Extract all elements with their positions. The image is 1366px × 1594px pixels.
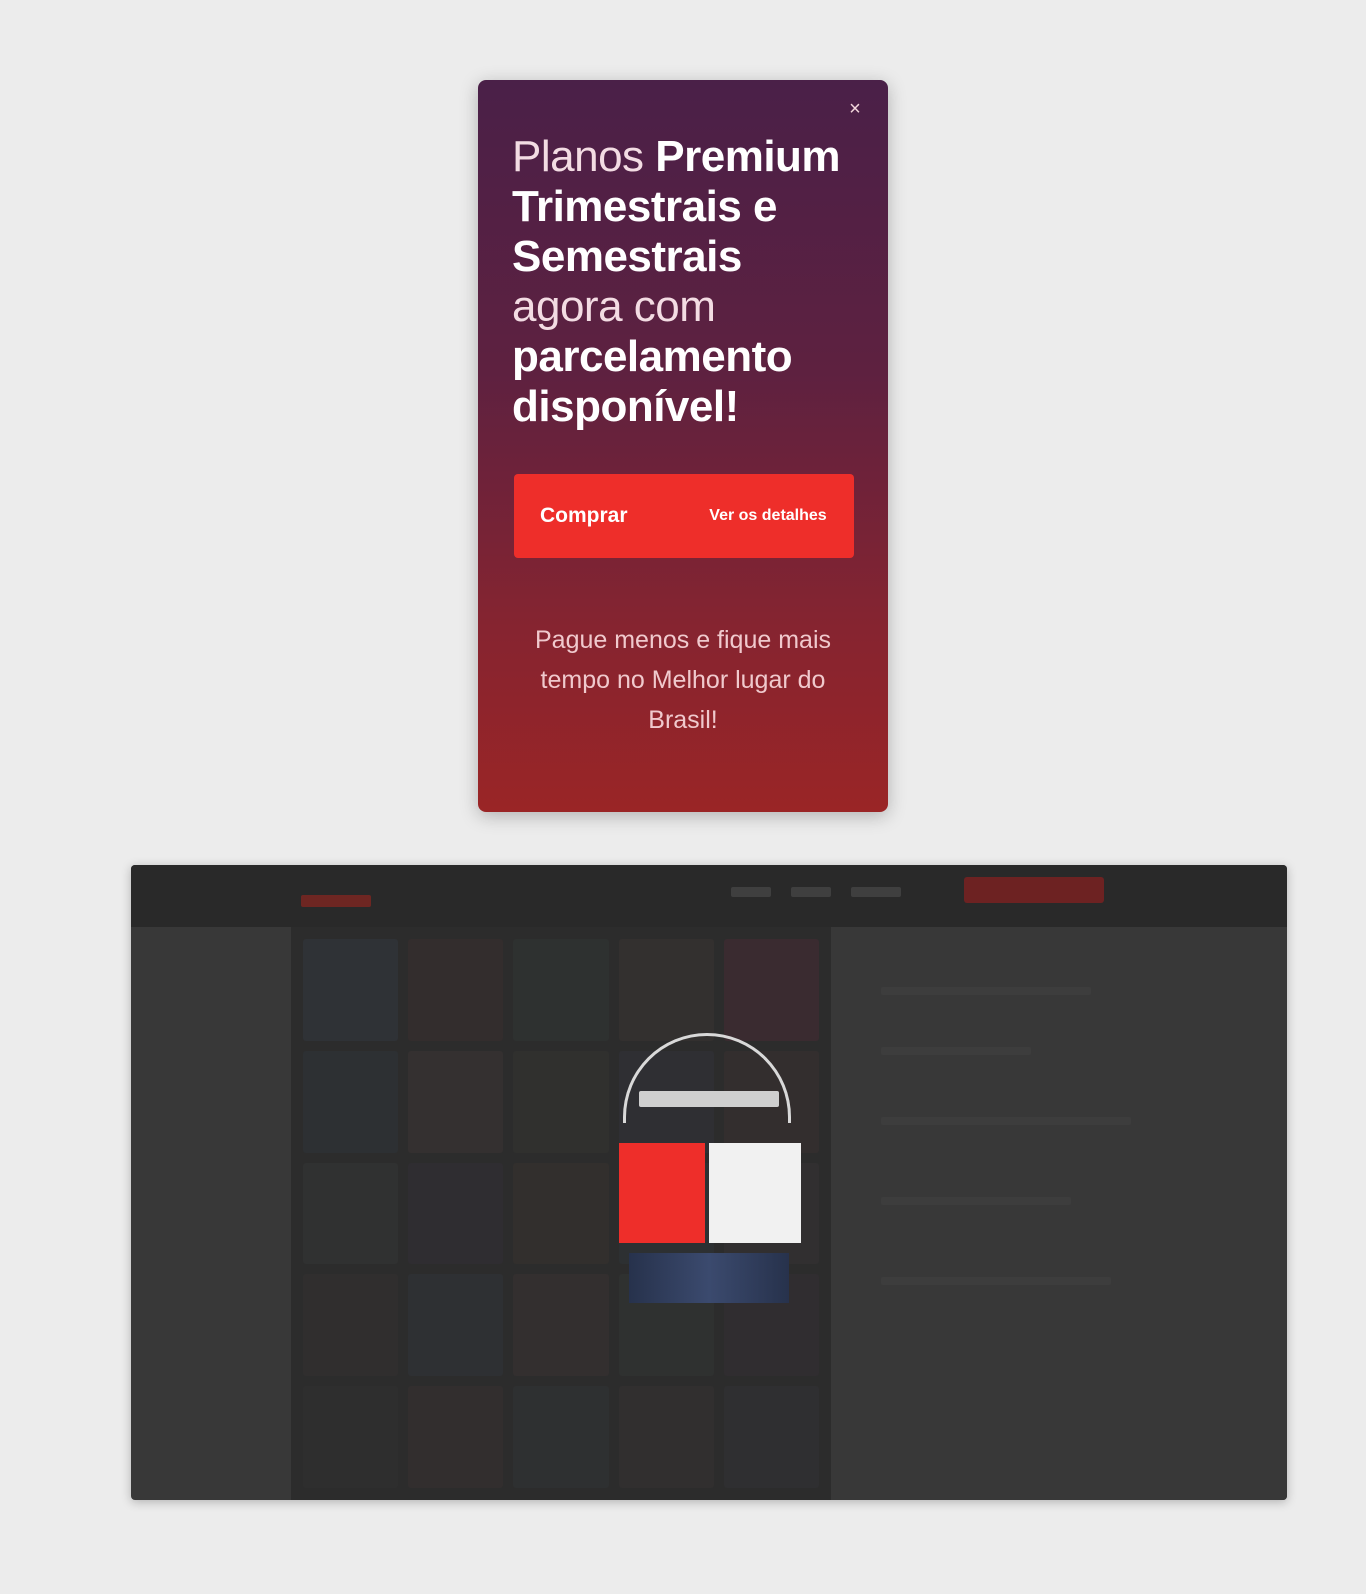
promo-popup: × Planos Premium Trimestrais e Semestrai… <box>478 80 888 812</box>
thumbnail <box>408 939 504 1041</box>
buy-button-label: Comprar <box>540 504 628 527</box>
thumbnail <box>513 1050 609 1153</box>
pack-white-block <box>709 1143 801 1243</box>
preview-product-pack <box>609 1033 809 1303</box>
close-icon[interactable]: × <box>844 98 866 120</box>
thumbnail <box>513 1386 609 1488</box>
pack-photo <box>629 1253 789 1303</box>
preview-nav-item <box>791 887 831 897</box>
promo-headline: Planos Premium Trimestrais e Semestrais … <box>512 132 857 432</box>
thumbnail <box>303 1162 399 1265</box>
thumbnail <box>618 1386 714 1488</box>
thumbnail <box>303 1386 399 1488</box>
preview-subscribe-button <box>964 877 1104 903</box>
headline-part-4: parcelamento disponível! <box>512 332 793 431</box>
thumbnail <box>303 939 399 1041</box>
sidebar-text-line <box>881 1197 1071 1205</box>
promo-benefits-text: Pague menos e fique mais tempo no Melhor… <box>534 626 831 734</box>
thumbnail <box>723 1386 819 1488</box>
sidebar-text-line <box>881 987 1091 995</box>
preview-nav-item <box>731 887 771 897</box>
preview-logo <box>301 895 371 907</box>
pack-red-block <box>619 1143 705 1243</box>
thumbnail <box>408 1274 504 1377</box>
thumbnail <box>303 1274 399 1377</box>
app-preview <box>131 865 1287 1500</box>
headline-part-1: Planos <box>512 132 656 181</box>
sidebar-text-line <box>881 1047 1031 1055</box>
buy-button[interactable]: Comprar Ver os detalhes <box>514 474 854 558</box>
thumbnail <box>513 939 609 1041</box>
thumbnail <box>408 1050 504 1153</box>
thumbnail <box>408 1386 504 1488</box>
preview-nav-item <box>851 887 901 897</box>
thumbnail <box>513 1274 609 1377</box>
pack-banner <box>639 1091 779 1107</box>
sidebar-text-line <box>881 1277 1111 1285</box>
thumbnail <box>618 939 714 1041</box>
thumbnail <box>408 1162 504 1265</box>
preview-navbar <box>131 865 1287 927</box>
sidebar-text-line <box>881 1117 1131 1125</box>
details-button-label[interactable]: Ver os detalhes <box>708 505 828 527</box>
preview-sidebar <box>851 927 1287 1500</box>
thumbnail <box>723 939 819 1041</box>
pack-arch-graphic <box>623 1033 791 1123</box>
thumbnail <box>303 1050 399 1153</box>
thumbnail <box>513 1162 609 1265</box>
headline-part-3: agora com <box>512 282 716 331</box>
